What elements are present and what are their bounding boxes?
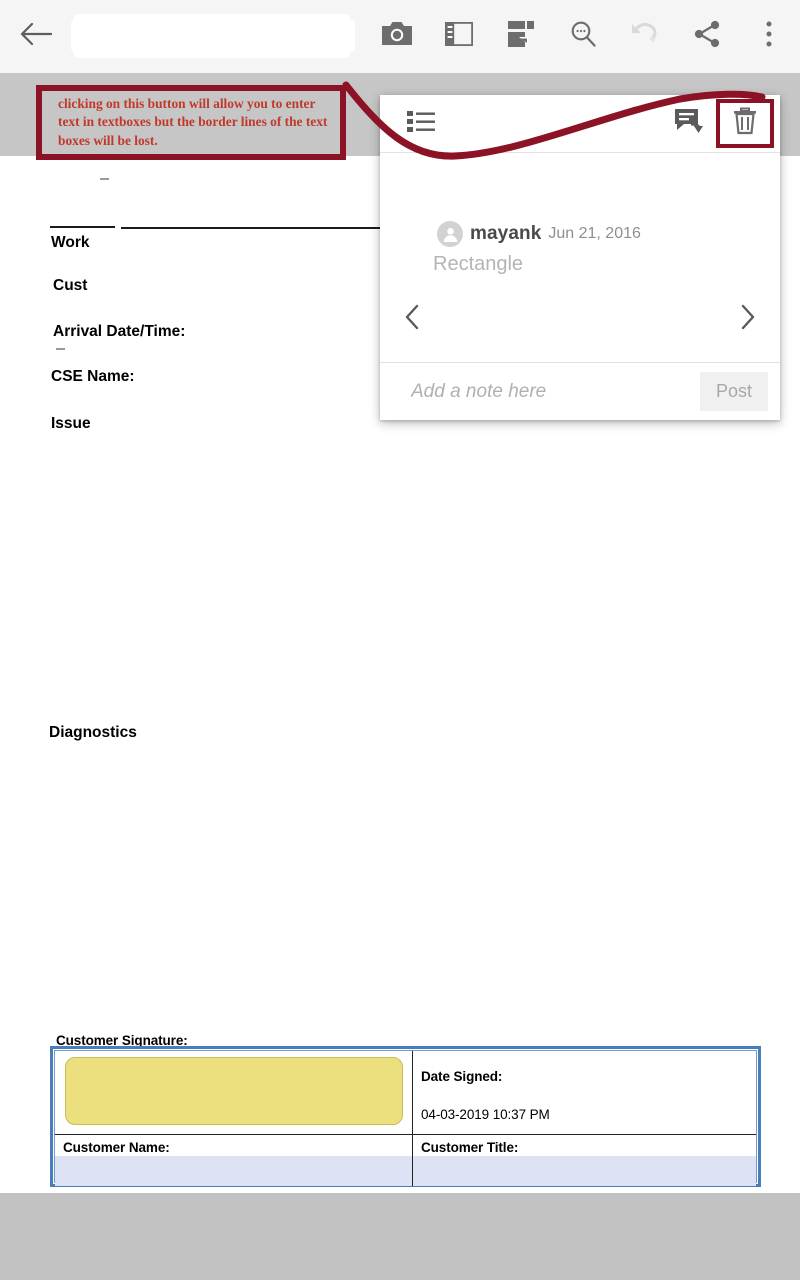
form-label-diagnostics: Diagnostics [49,724,137,741]
comment-list-button[interactable] [394,96,448,152]
date-signed-value: 04-03-2019 10:37 PM [421,1107,550,1122]
annotation-callout-text: clicking on this button will allow you t… [58,95,328,148]
title-redaction-overlay [71,14,355,58]
post-button[interactable]: Post [699,372,768,411]
comment-popup-body: mayank Jun 21, 2016 Rectangle [380,153,780,361]
comment-reply-icon [674,107,704,140]
customer-title-cell[interactable]: Customer Title: [413,1135,756,1186]
avatar [437,221,463,247]
trash-icon [732,107,758,140]
comment-meta: mayank Jun 21, 2016 [437,221,641,247]
header-rule-short [50,226,115,228]
annotation-callout-box: clicking on this button will allow you t… [36,85,346,160]
share-icon [693,20,721,53]
toolbar-actions [366,0,800,73]
comment-popup-footer: Post [380,362,780,420]
customer-name-input[interactable] [55,1156,412,1186]
overflow-menu-icon [765,20,773,53]
date-signed-cell: Date Signed: 04-03-2019 10:37 PM [413,1051,756,1134]
comment-popup-actions [662,96,780,152]
comment-popup-panel: mayank Jun 21, 2016 Rectangle Add a note… [380,95,780,420]
chevron-left-icon [404,304,420,335]
app-root: Work Cust Arrival Date/Time: CSE Name: I… [0,0,800,1280]
next-comment-button[interactable] [728,299,768,339]
signature-table: Date Signed: 04-03-2019 10:37 PM Custome… [50,1046,761,1187]
chevron-right-icon [740,304,756,335]
share-button[interactable] [676,0,738,73]
signature-table-row-2: Customer Name: Customer Title: [55,1134,756,1186]
page-view-button[interactable] [490,0,552,73]
form-label-cust: Cust [53,277,88,294]
undo-button[interactable] [614,0,676,73]
panel-layout-icon [444,21,474,51]
search-button[interactable] [552,0,614,73]
lower-gray-band [0,1193,800,1280]
undo-icon [630,21,660,52]
comment-popup-header [380,95,780,153]
comment-date: Jun 21, 2016 [548,225,641,242]
arrow-left-icon [20,22,53,51]
previous-comment-button[interactable] [392,299,432,339]
delete-button-highlight [716,99,774,148]
customer-title-label: Customer Title: [421,1140,519,1155]
header-rule-long [121,227,383,229]
delete-button[interactable] [732,107,758,140]
form-label-cse-name: CSE Name: [51,368,135,385]
search-icon [569,20,597,53]
signature-input-field[interactable] [65,1057,403,1125]
overflow-menu-button[interactable] [738,0,800,73]
camera-icon [382,21,412,52]
comment-author: mayank [470,223,542,244]
tick-mark-top [100,178,109,180]
camera-button[interactable] [366,0,428,73]
page-view-icon [508,21,534,52]
customer-name-cell[interactable]: Customer Name: [55,1135,413,1186]
tick-mark-arrival [56,348,65,350]
signature-table-row-1: Date Signed: 04-03-2019 10:37 PM [55,1051,756,1134]
form-label-work: Work [51,234,90,251]
form-label-issue: Issue [51,415,91,432]
panel-layout-button[interactable] [428,0,490,73]
app-toolbar: P [0,0,800,73]
list-icon [407,110,435,137]
customer-title-input[interactable] [413,1156,756,1186]
back-button[interactable] [0,0,72,73]
form-label-arrival-datetime: Arrival Date/Time: [53,323,186,340]
customer-name-label: Customer Name: [63,1140,170,1155]
reply-button[interactable] [662,96,716,152]
note-input[interactable] [411,380,700,403]
signature-cell[interactable] [55,1051,413,1134]
comment-body-text: Rectangle [433,253,524,275]
document-title-area[interactable]: P [71,0,366,73]
date-signed-label: Date Signed: [421,1069,503,1084]
